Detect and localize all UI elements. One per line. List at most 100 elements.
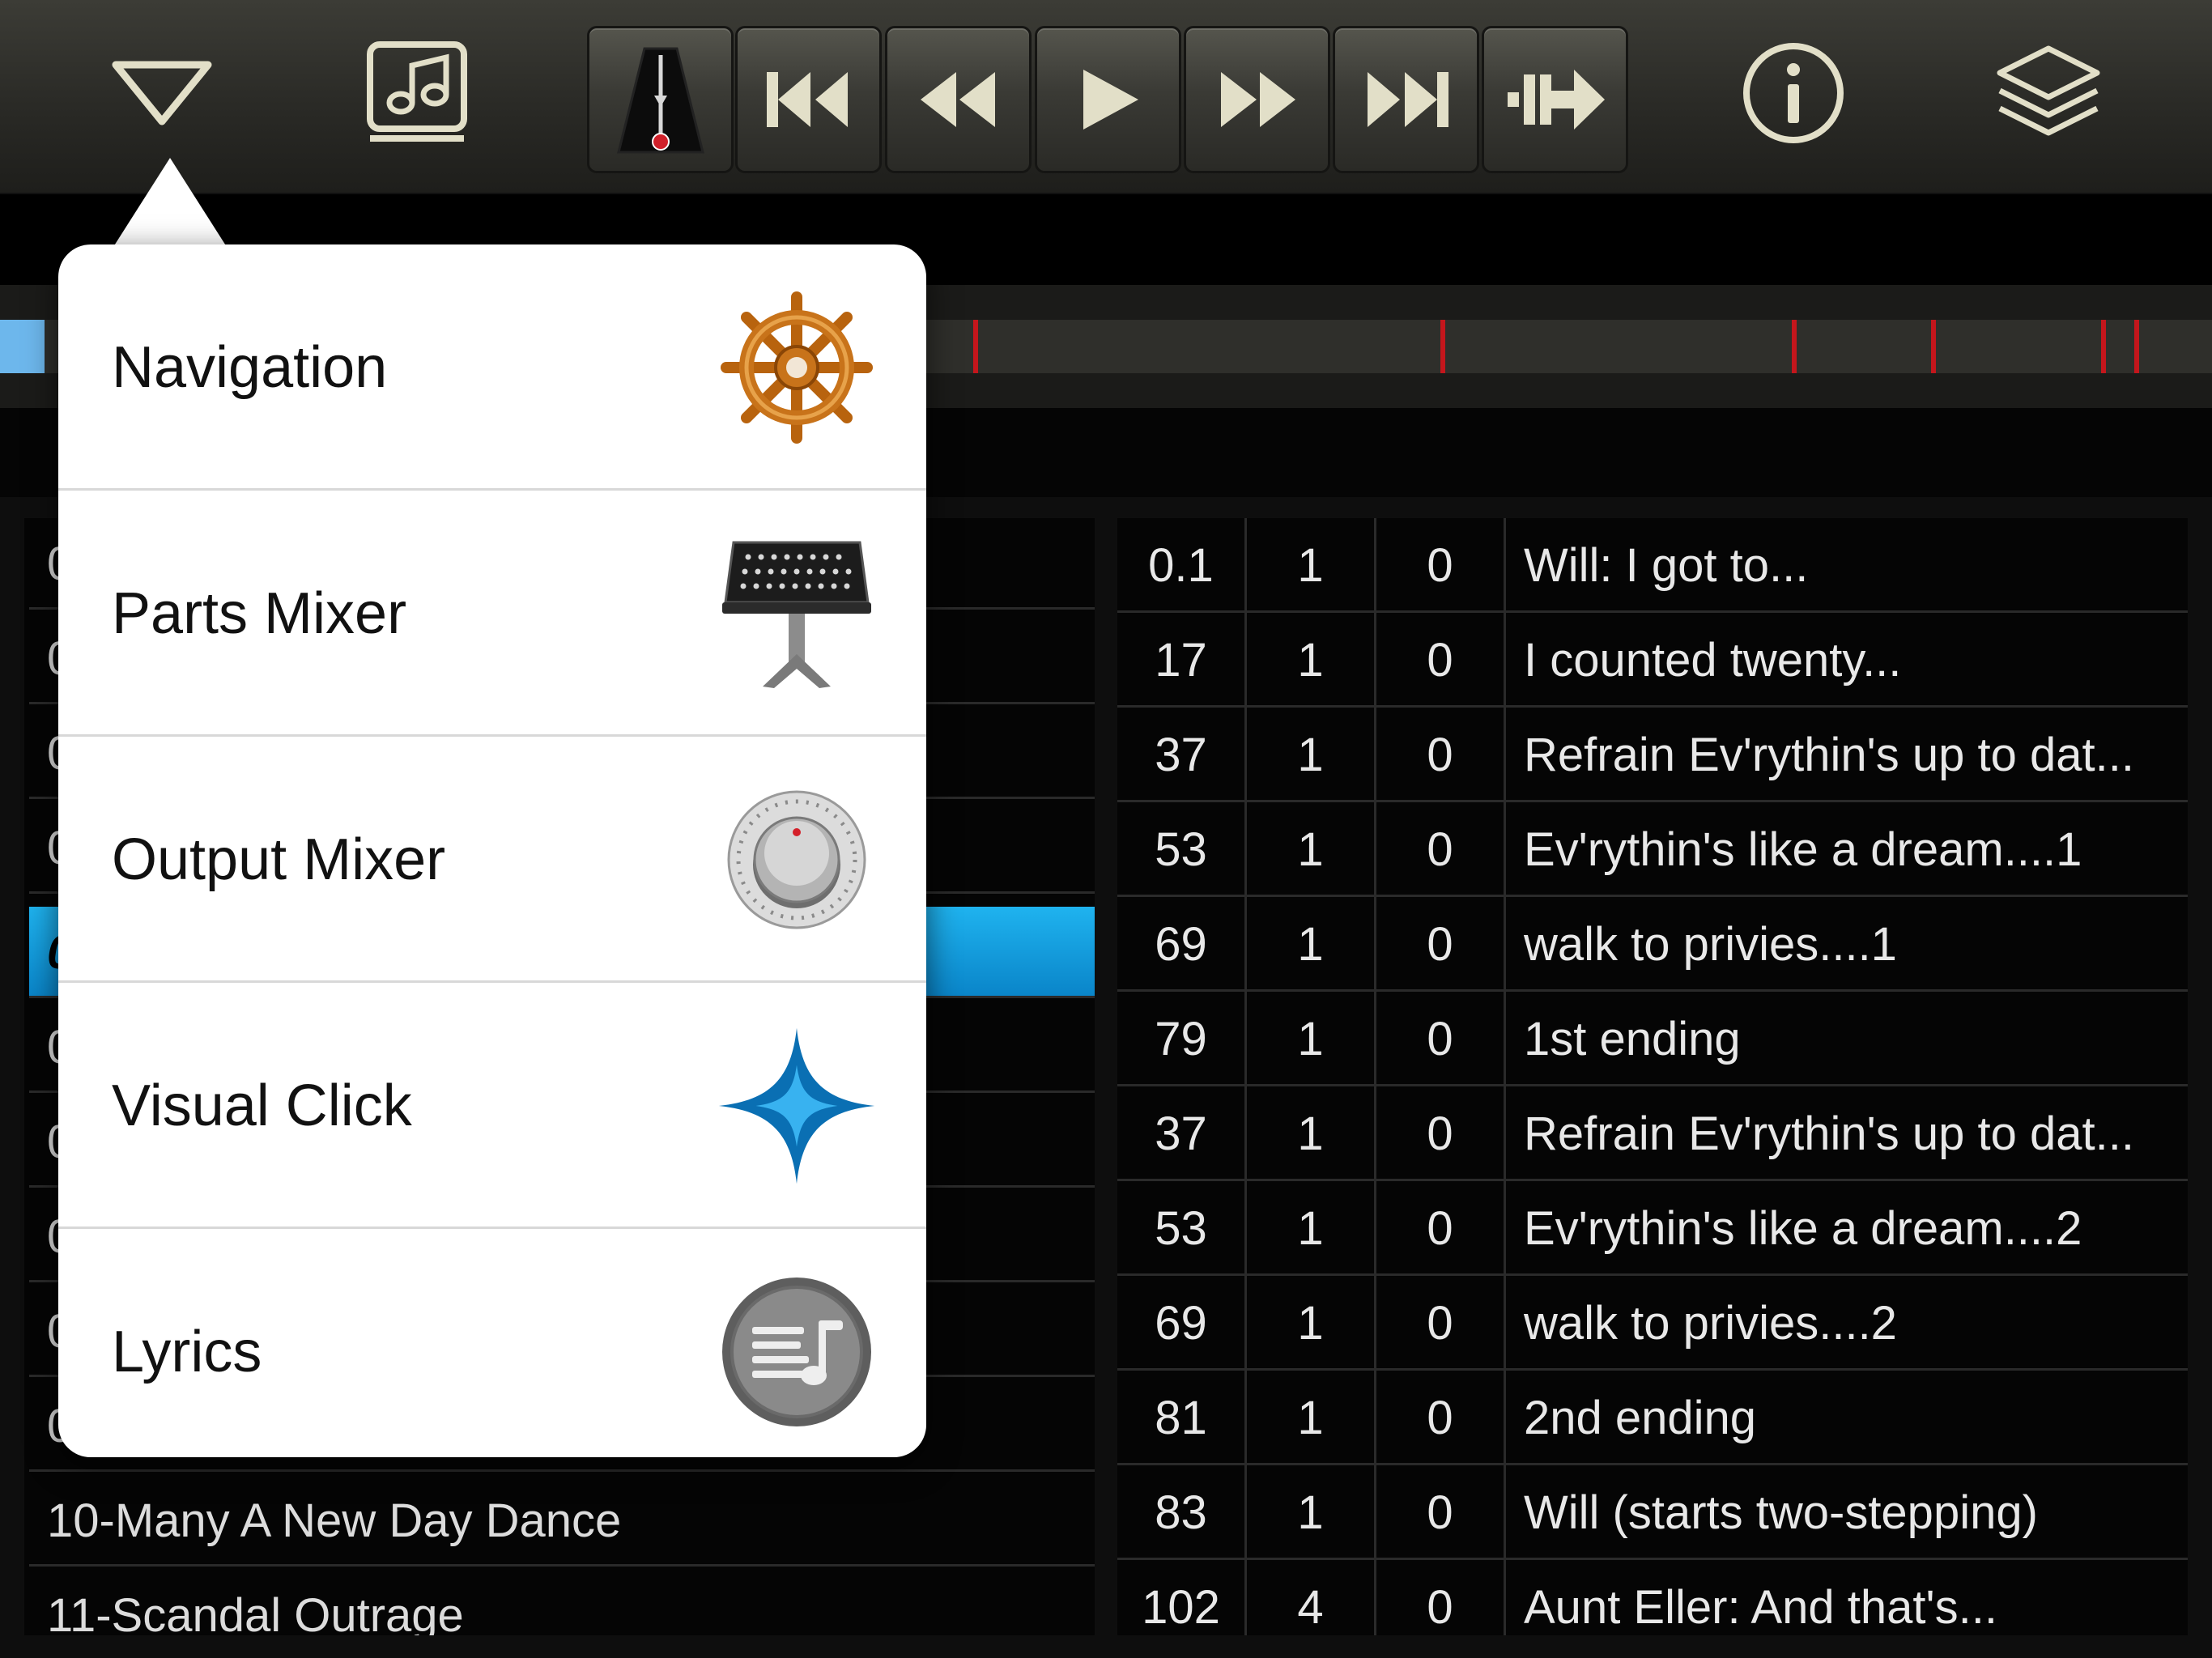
marker-row[interactable]: 17 1 0 I counted twenty... bbox=[1117, 613, 2188, 708]
marker-label: Ev'rythin's like a dream....2 bbox=[1524, 1202, 2082, 1255]
marker-tick: 0 bbox=[1376, 1371, 1506, 1465]
marker-row[interactable]: 69 1 0 walk to privies....2 bbox=[1117, 1276, 2188, 1371]
triangle-down-icon bbox=[112, 61, 212, 125]
marker-beat: 1 bbox=[1247, 518, 1376, 613]
popover-arrow bbox=[113, 158, 227, 247]
marker-label: 1st ending bbox=[1524, 1013, 1741, 1065]
marker-beat: 1 bbox=[1247, 802, 1376, 897]
marker-label: I counted twenty... bbox=[1524, 634, 1902, 687]
timeline-marker[interactable] bbox=[2134, 320, 2140, 373]
marker-tick: 0 bbox=[1376, 613, 1506, 708]
marker-list[interactable]: 0.1 1 0 Will: I got to... 17 1 0 I counted twen… bbox=[1117, 518, 2188, 1635]
marker-tick: 0 bbox=[1376, 992, 1506, 1086]
metronome-button[interactable] bbox=[587, 26, 734, 173]
marker-tick: 0 bbox=[1376, 897, 1506, 992]
menu-item-label: Lyrics bbox=[112, 1320, 262, 1384]
song-row[interactable]: 10-Many A New Day Dance bbox=[29, 1475, 1095, 1567]
timeline-marker[interactable] bbox=[973, 320, 979, 373]
marker-bar: 81 bbox=[1117, 1371, 1247, 1465]
marker-bar: 0.1 bbox=[1117, 518, 1247, 613]
menu-item-lyrics[interactable]: Lyrics bbox=[58, 1229, 926, 1475]
marker-bar: 83 bbox=[1117, 1465, 1247, 1560]
timeline-marker[interactable] bbox=[1791, 320, 1797, 373]
marker-tick: 0 bbox=[1376, 1465, 1506, 1560]
song-row[interactable]: 11-Scandal Outrage bbox=[29, 1570, 1095, 1635]
marker-beat: 1 bbox=[1247, 1371, 1376, 1465]
skip-to-start-button[interactable] bbox=[735, 26, 882, 173]
marker-row[interactable]: 79 1 0 1st ending bbox=[1117, 992, 2188, 1086]
marker-label: Refrain Ev'rythin's up to dat... bbox=[1524, 729, 2134, 781]
menu-item-parts-mixer[interactable]: Parts Mixer bbox=[58, 491, 926, 737]
marker-beat: 4 bbox=[1247, 1560, 1376, 1635]
rewind-button[interactable] bbox=[885, 26, 1032, 173]
menu-item-output-mixer[interactable]: Output Mixer bbox=[58, 737, 926, 983]
toolbar bbox=[0, 0, 2212, 194]
play-button[interactable] bbox=[1035, 26, 1181, 173]
rewind-icon bbox=[920, 72, 995, 127]
marker-label: walk to privies....1 bbox=[1524, 918, 1897, 971]
marker-label: Aunt Eller: And that's... bbox=[1524, 1581, 1997, 1634]
marker-bar: 69 bbox=[1117, 897, 1247, 992]
marker-beat: 1 bbox=[1247, 708, 1376, 802]
timeline-marker[interactable] bbox=[1440, 320, 1445, 373]
lyrics-note-icon bbox=[716, 1271, 878, 1433]
skip-to-end-icon bbox=[1367, 72, 1448, 127]
marker-bar: 37 bbox=[1117, 1086, 1247, 1181]
timeline-marker[interactable] bbox=[2101, 320, 2107, 373]
marker-label: Will: I got to... bbox=[1524, 539, 1809, 592]
marker-bar: 37 bbox=[1117, 708, 1247, 802]
marker-label: Ev'rythin's like a dream....1 bbox=[1524, 823, 2082, 876]
menu-item-label: Navigation bbox=[112, 335, 388, 400]
layers-button[interactable] bbox=[1988, 32, 2109, 154]
marker-row[interactable]: 53 1 0 Ev'rythin's like a dream....2 bbox=[1117, 1181, 2188, 1276]
marker-tick: 0 bbox=[1376, 1086, 1506, 1181]
marker-tick: 0 bbox=[1376, 1181, 1506, 1276]
volume-knob-icon bbox=[716, 779, 878, 941]
skip-to-end-button[interactable] bbox=[1333, 26, 1479, 173]
menu-item-label: Visual Click bbox=[112, 1073, 412, 1138]
marker-label: Will (starts two-stepping) bbox=[1524, 1486, 2038, 1539]
marker-beat: 1 bbox=[1247, 1181, 1376, 1276]
marker-row[interactable]: 83 1 0 Will (starts two-stepping) bbox=[1117, 1465, 2188, 1560]
view-menu-popover: Navigation Parts Mixer Output Mixer Visu… bbox=[58, 244, 926, 1457]
song-row-label: 11-Scandal Outrage bbox=[47, 1589, 464, 1635]
marker-label: 2nd ending bbox=[1524, 1392, 1757, 1444]
marker-beat: 1 bbox=[1247, 1276, 1376, 1371]
marker-label: Refrain Ev'rythin's up to dat... bbox=[1524, 1107, 2134, 1160]
jump-arrow-icon bbox=[1507, 70, 1605, 130]
jump-forward-button[interactable] bbox=[1482, 26, 1628, 173]
marker-row[interactable]: 53 1 0 Ev'rythin's like a dream....1 bbox=[1117, 802, 2188, 897]
song-library-button[interactable] bbox=[356, 32, 478, 154]
marker-bar: 69 bbox=[1117, 1276, 1247, 1371]
music-stand-icon bbox=[716, 533, 878, 695]
marker-bar: 102 bbox=[1117, 1560, 1247, 1635]
marker-bar: 53 bbox=[1117, 1181, 1247, 1276]
info-button[interactable] bbox=[1737, 32, 1850, 154]
menu-item-label: Parts Mixer bbox=[112, 581, 407, 646]
marker-tick: 0 bbox=[1376, 1276, 1506, 1371]
menu-toggle-button[interactable] bbox=[105, 32, 219, 154]
marker-tick: 0 bbox=[1376, 708, 1506, 802]
timeline-progress bbox=[0, 320, 45, 373]
marker-beat: 1 bbox=[1247, 613, 1376, 708]
marker-row[interactable]: 102 4 0 Aunt Eller: And that's... bbox=[1117, 1560, 2188, 1635]
fast-forward-button[interactable] bbox=[1184, 26, 1330, 173]
timeline-marker[interactable] bbox=[1931, 320, 1937, 373]
marker-row[interactable]: 37 1 0 Refrain Ev'rythin's up to dat... bbox=[1117, 708, 2188, 802]
marker-row[interactable]: 69 1 0 walk to privies....1 bbox=[1117, 897, 2188, 992]
marker-tick: 0 bbox=[1376, 518, 1506, 613]
metronome-icon bbox=[616, 47, 704, 154]
marker-row[interactable]: 81 1 0 2nd ending bbox=[1117, 1371, 2188, 1465]
menu-item-visual-click[interactable]: Visual Click bbox=[58, 983, 926, 1229]
marker-row[interactable]: 37 1 0 Refrain Ev'rythin's up to dat... bbox=[1117, 1086, 2188, 1181]
menu-item-navigation[interactable]: Navigation bbox=[58, 244, 926, 491]
play-icon bbox=[1083, 70, 1138, 130]
ship-wheel-icon bbox=[716, 287, 878, 449]
marker-row[interactable]: 0.1 1 0 Will: I got to... bbox=[1117, 518, 2188, 613]
layers-icon bbox=[1997, 45, 2100, 136]
marker-bar: 17 bbox=[1117, 613, 1247, 708]
marker-beat: 1 bbox=[1247, 897, 1376, 992]
marker-label: walk to privies....2 bbox=[1524, 1297, 1897, 1350]
info-icon bbox=[1743, 43, 1844, 143]
marker-beat: 1 bbox=[1247, 992, 1376, 1086]
